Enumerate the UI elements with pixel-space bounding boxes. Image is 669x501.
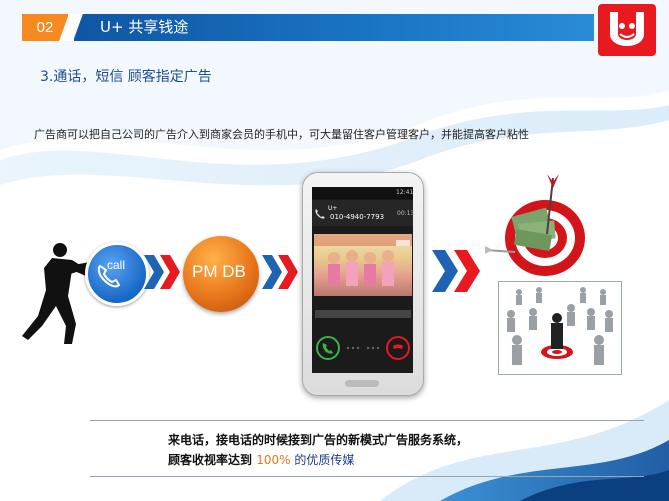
pmdb-label: PM DB [192,262,246,281]
phone-handset-icon [315,209,325,219]
double-chevron-arrow-icon [432,250,480,292]
section-subtitle: 3.通话，短信 顾客指定广告 [40,69,212,85]
double-chevron-arrow-icon [144,255,180,289]
caller-tag: U+ [328,205,338,212]
caller-number: 010-4940-7793 [330,213,385,221]
call-duration: 00:13 [397,210,415,217]
crowd-target-icon [507,287,613,365]
caption-line-2-suffix: 的优质传媒 [290,453,355,467]
caption-line-2: 顾客收视率达到 100% 的优质传媒 [168,451,354,468]
advertisement-image [314,234,412,296]
double-chevron-arrow-icon [262,255,298,289]
page-title: U+ 共享钱途 [100,18,189,36]
status-time: 12:41 [396,189,414,196]
target-money-icon [485,174,585,276]
call-label: call [107,258,126,272]
caption-line-1: 来电话，接电话的时候接到广告的新模式广告服务系统， [168,433,469,447]
call-controls [316,336,410,360]
caption-highlight: 100% [256,453,291,467]
businessman-pushing-icon [22,243,90,344]
caption-divider-top [90,420,644,421]
progress-bar [315,310,411,318]
caption-line-2-prefix: 顾客收视率达到 [168,453,257,467]
caption-divider-bottom [90,476,644,477]
description-text: 广告商可以把自己公司的广告介入到商家会员的手机中，可大量留住客户管理客户，并能提… [34,128,529,141]
home-button [345,380,379,387]
logo-icon [598,4,656,56]
